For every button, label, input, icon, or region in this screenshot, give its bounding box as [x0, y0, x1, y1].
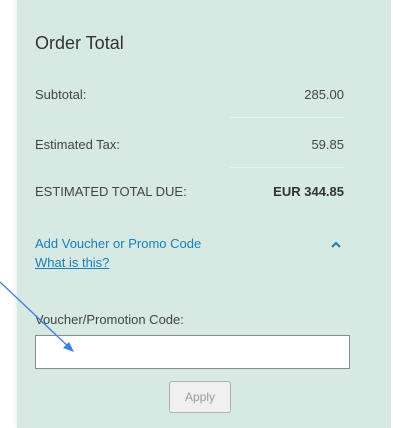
row-divider: [230, 117, 344, 118]
tax-value: 59.85: [311, 137, 344, 152]
chevron-up-icon[interactable]: [331, 240, 341, 250]
subtotal-label: Subtotal:: [35, 87, 87, 102]
row-divider: [230, 167, 344, 168]
subtotal-value: 285.00: [304, 87, 344, 102]
add-voucher-toggle[interactable]: Add Voucher or Promo Code: [35, 236, 201, 251]
voucher-code-input[interactable]: [35, 335, 350, 369]
order-total-title: Order Total: [35, 33, 124, 53]
total-label: ESTIMATED TOTAL DUE:: [35, 184, 187, 199]
what-is-this-link[interactable]: What is this?: [35, 255, 109, 270]
apply-button[interactable]: Apply: [169, 381, 231, 413]
voucher-code-label: Voucher/Promotion Code:: [35, 312, 184, 327]
tax-label: Estimated Tax:: [35, 137, 121, 152]
total-value: EUR 344.85: [273, 184, 344, 199]
